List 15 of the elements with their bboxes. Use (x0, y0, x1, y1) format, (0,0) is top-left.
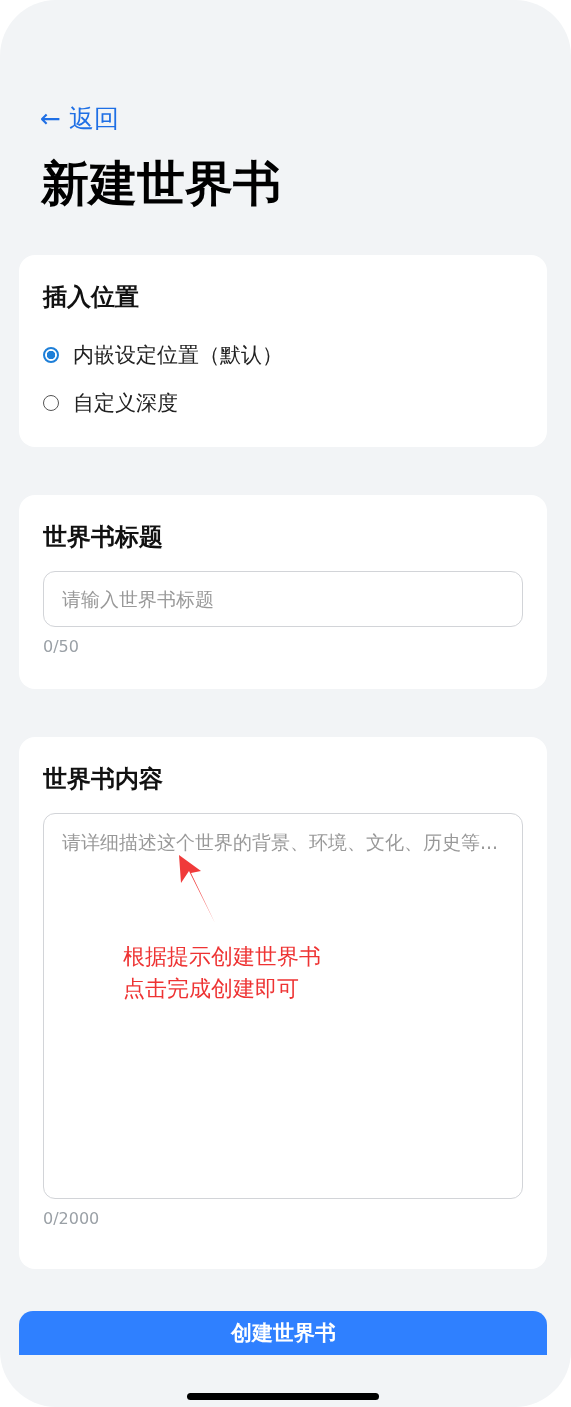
create-button[interactable]: 创建世界书 (19, 1310, 547, 1355)
option-label: 内嵌设定位置（默认） (73, 341, 283, 369)
character-counter: 0/2000 (43, 1208, 101, 1228)
title-input-field[interactable]: 请输入世界书标题 (43, 570, 523, 627)
radio-option[interactable]: 自定义深度 (43, 378, 523, 427)
section-heading: 世界书标题 (43, 521, 164, 553)
annotation-text: 根据提示创建世界书 点击完成创建即可 (123, 942, 321, 1003)
radio-button[interactable] (43, 346, 59, 363)
radio-option[interactable]: 内嵌设定位置（默认） (43, 330, 523, 379)
page-title: 新建世界书 (41, 155, 282, 213)
back-link[interactable]: ← 返回 (40, 102, 119, 135)
section-heading: 插入位置 (43, 281, 140, 313)
option-label: 自定义深度 (73, 389, 178, 417)
character-counter: 0/50 (43, 636, 80, 656)
section-heading: 世界书内容 (43, 763, 164, 795)
